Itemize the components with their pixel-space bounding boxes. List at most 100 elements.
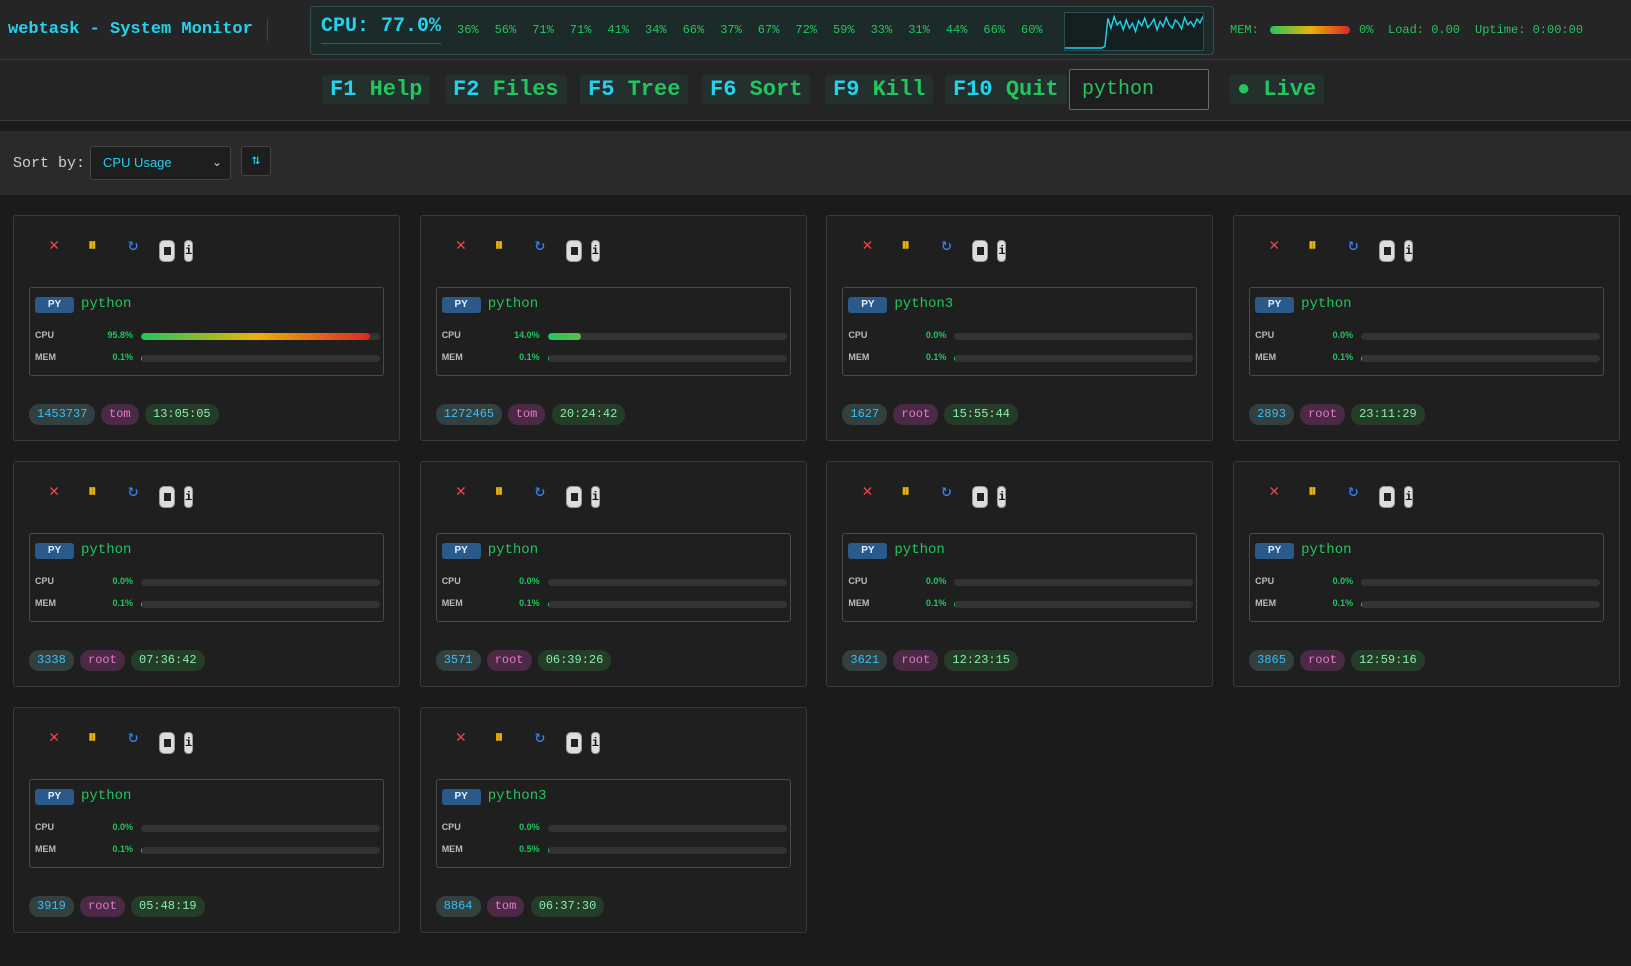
stop-icon[interactable] — [972, 486, 989, 508]
kill-icon[interactable]: ✕ — [49, 727, 59, 751]
time-chip: 23:11:29 — [1351, 404, 1425, 425]
process-name: python — [1301, 296, 1352, 312]
fkey-tree-button[interactable]: F5 Tree — [580, 75, 689, 104]
restart-icon[interactable]: ↻ — [535, 481, 545, 505]
pause-icon[interactable]: ⏸ — [495, 481, 504, 505]
process-name: python — [1301, 542, 1352, 558]
info-icon[interactable]: i — [590, 732, 600, 754]
cpu-core-value: 34% — [645, 23, 667, 37]
info-icon[interactable]: i — [997, 240, 1007, 262]
process-card: ✕ ⏸ ↻ i PY python CPU 95.8% MEM 0.1% 1453737 tom 13:… — [13, 215, 400, 441]
search-input[interactable] — [1069, 69, 1209, 110]
process-card: ✕ ⏸ ↻ i PY python CPU 0.0% MEM 0.1% 3621 root 12:23:… — [826, 461, 1214, 687]
restart-icon[interactable]: ↻ — [128, 727, 138, 751]
live-indicator[interactable]: ● Live — [1229, 75, 1325, 104]
mem-label: MEM — [35, 352, 56, 362]
process-card: ✕ ⏸ ↻ i PY python CPU 0.0% MEM 0.1% 3865 root 12:59:… — [1233, 461, 1621, 687]
restart-icon[interactable]: ↻ — [128, 481, 138, 505]
pause-icon[interactable]: ⏸ — [88, 235, 97, 259]
process-name: python — [487, 542, 539, 558]
process-name: python — [81, 542, 132, 558]
sort-select-value: CPU Usage — [103, 155, 172, 170]
user-chip: root — [486, 650, 532, 671]
info-icon[interactable]: i — [590, 486, 600, 508]
stop-icon[interactable] — [1379, 240, 1396, 262]
stop-icon[interactable] — [159, 732, 175, 754]
kill-icon[interactable]: ✕ — [1269, 481, 1279, 505]
restart-icon[interactable]: ↻ — [128, 235, 138, 259]
kill-icon[interactable]: ✕ — [456, 727, 466, 751]
fkey-files-button[interactable]: F2 Files — [445, 75, 567, 104]
cpu-core-value: 56% — [494, 23, 517, 37]
kill-icon[interactable]: ✕ — [49, 235, 59, 259]
fkey-quit-button[interactable]: F10 Quit — [945, 75, 1067, 104]
cpu-core-value: 36% — [457, 23, 479, 37]
cpu-label: CPU — [35, 330, 55, 340]
cpu-label: CPU — [1255, 330, 1275, 340]
info-icon[interactable]: i — [184, 240, 193, 262]
restart-icon[interactable]: ↻ — [941, 481, 951, 505]
user-chip: root — [893, 404, 939, 425]
info-icon[interactable]: i — [1404, 486, 1414, 508]
info-icon[interactable]: i — [184, 732, 193, 754]
kill-icon[interactable]: ✕ — [1269, 235, 1279, 259]
fkey-sort-button[interactable]: F6 Sort — [702, 75, 811, 104]
sort-direction-button[interactable]: ⇅ — [241, 146, 271, 176]
cpu-bar — [547, 333, 787, 340]
process-info-box: PY python CPU 0.0% MEM 0.1% — [1249, 533, 1605, 622]
stop-icon[interactable] — [159, 486, 175, 508]
cpu-panel: CPU: 77.0% 36% 56% 71% 71% 41% 34% 66% 37% 67% 72… — [310, 6, 1214, 55]
process-info-box: PY python CPU 0.0% MEM 0.1% — [1249, 287, 1605, 376]
process-info-box: PY python CPU 0.0% MEM 0.1% — [435, 533, 791, 622]
stop-icon[interactable] — [565, 240, 582, 262]
stop-icon[interactable] — [565, 486, 582, 508]
mem-value: 0.1% — [1332, 352, 1354, 362]
sort-select[interactable]: CPU Usage ⌄ — [90, 146, 231, 180]
pid-chip: 3571 — [435, 650, 481, 671]
time-chip: 12:23:15 — [944, 650, 1018, 671]
process-info-box: PY python CPU 95.8% MEM 0.1% — [29, 287, 384, 376]
kill-icon[interactable]: ✕ — [456, 481, 466, 505]
pause-icon[interactable]: ⏸ — [88, 481, 97, 505]
restart-icon[interactable]: ↻ — [1348, 235, 1358, 259]
restart-icon[interactable]: ↻ — [535, 727, 545, 751]
kill-icon[interactable]: ✕ — [862, 235, 872, 259]
info-icon[interactable]: i — [590, 240, 600, 262]
process-card: ✕ ⏸ ↻ i PY python CPU 0.0% MEM 0.1% 3919 root 05:48:… — [13, 707, 400, 933]
fkey-help-button[interactable]: F1 Help — [322, 75, 431, 104]
mem-value: 0.1% — [112, 844, 133, 854]
info-icon[interactable]: i — [1404, 240, 1414, 262]
restart-icon[interactable]: ↻ — [1348, 481, 1358, 505]
mem-label: MEM — [441, 598, 463, 608]
cpu-label: CPU — [35, 576, 55, 586]
restart-icon[interactable]: ↻ — [941, 235, 951, 259]
stop-icon[interactable] — [1379, 486, 1396, 508]
info-icon[interactable]: i — [184, 486, 193, 508]
pause-icon[interactable]: ⏸ — [901, 235, 910, 259]
pause-icon[interactable]: ⏸ — [495, 235, 504, 259]
kill-icon[interactable]: ✕ — [456, 235, 466, 259]
kill-icon[interactable]: ✕ — [49, 481, 59, 505]
stop-icon[interactable] — [565, 732, 582, 754]
pause-icon[interactable]: ⏸ — [495, 727, 504, 751]
mem-value: 0.1% — [112, 352, 133, 362]
pause-icon[interactable]: ⏸ — [1308, 235, 1317, 259]
fkey-key: F9 — [833, 77, 860, 102]
restart-icon[interactable]: ↻ — [535, 235, 545, 259]
info-icon[interactable]: i — [997, 486, 1007, 508]
user-chip: tom — [486, 896, 525, 917]
fkey-kill-button[interactable]: F9 Kill — [825, 75, 934, 104]
fkey-label: Files — [492, 77, 559, 102]
pause-icon[interactable]: ⏸ — [88, 727, 97, 751]
stop-icon[interactable] — [972, 240, 989, 262]
process-info-box: PY python CPU 0.0% MEM 0.1% — [842, 533, 1198, 622]
kill-icon[interactable]: ✕ — [862, 481, 872, 505]
stop-icon[interactable] — [159, 240, 175, 262]
pid-chip: 3865 — [1249, 650, 1294, 671]
pause-icon[interactable]: ⏸ — [901, 481, 910, 505]
mem-value: 0.1% — [925, 352, 947, 362]
pause-icon[interactable]: ⏸ — [1308, 481, 1317, 505]
load-average: Load: 0.00 — [1388, 23, 1461, 37]
user-chip: root — [80, 896, 125, 917]
mem-label: MEM — [1255, 352, 1277, 362]
